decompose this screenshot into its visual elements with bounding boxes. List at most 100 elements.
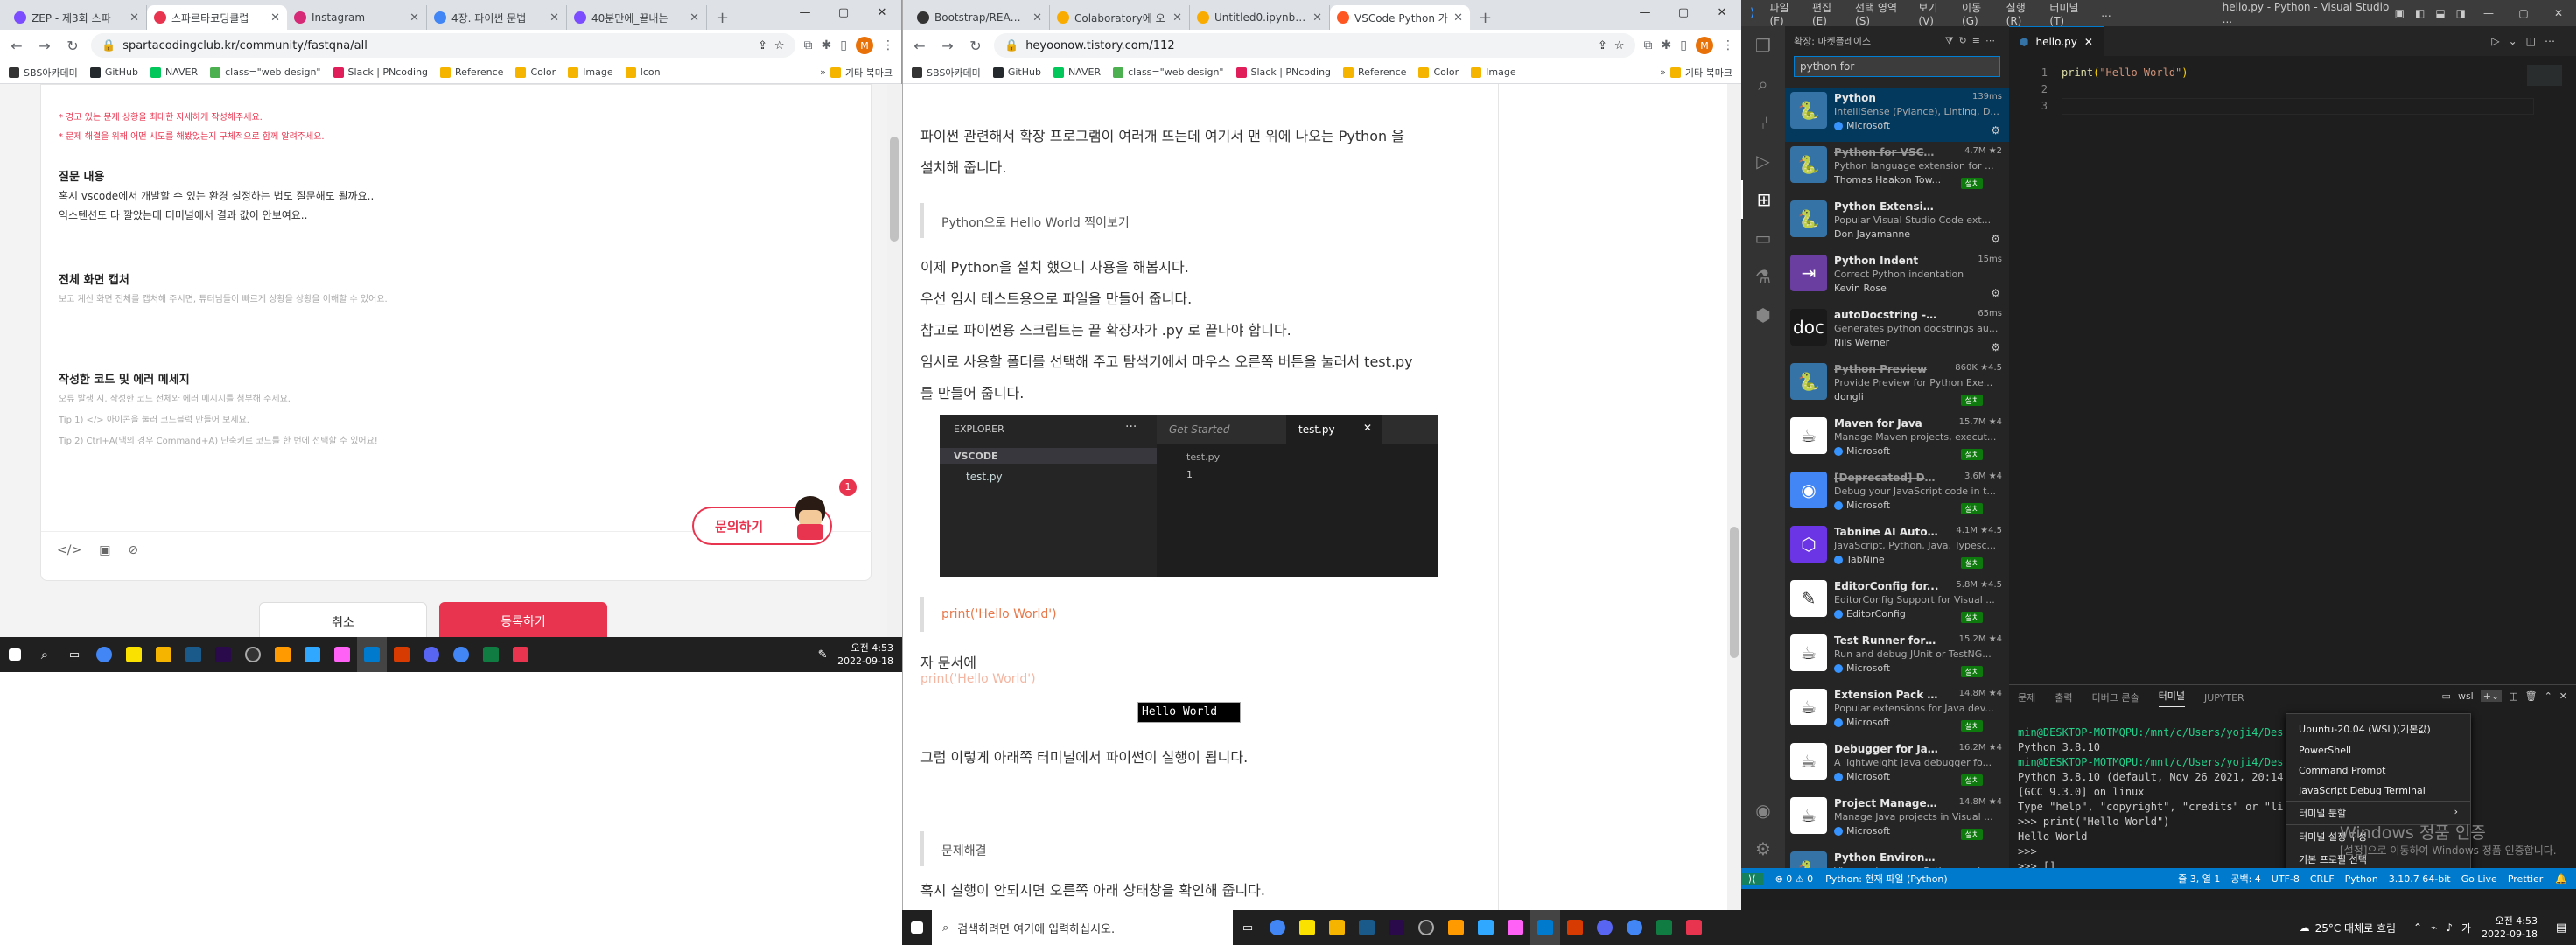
- tab-close-icon[interactable]: ✕: [2084, 36, 2093, 48]
- bookmark-item[interactable]: NAVER: [150, 66, 198, 78]
- new-tab-icon[interactable]: +: [707, 5, 738, 30]
- bookmark-item[interactable]: GitHub: [992, 66, 1041, 78]
- forward-icon[interactable]: →: [35, 38, 54, 54]
- panel-tab[interactable]: JUPYTER: [2204, 692, 2244, 704]
- extensions-icon[interactable]: ⊞: [1741, 180, 1785, 219]
- explorer-icon[interactable]: [1322, 910, 1352, 945]
- office-icon[interactable]: [1560, 910, 1590, 945]
- new-tab-icon[interactable]: +: [1470, 5, 1501, 30]
- extension-item[interactable]: 🐍 Python for VSCode Python language extens…: [1785, 142, 2009, 196]
- bookmark-item[interactable]: GitHub: [89, 66, 138, 78]
- status-item[interactable]: Prettier: [2508, 873, 2543, 885]
- bookmark-item[interactable]: SBS아카데미: [9, 66, 78, 80]
- extension-item[interactable]: ☕ Debugger for Java A lightweight Java deb…: [1785, 738, 2009, 793]
- bookmark-item[interactable]: Color: [1418, 66, 1459, 78]
- premiere-icon[interactable]: [208, 637, 238, 672]
- maximize-icon[interactable]: ▢: [2506, 7, 2541, 19]
- kakaotalk-icon[interactable]: [1292, 910, 1322, 945]
- extension-item[interactable]: doc autoDocstring - Pytho... Generates pyt…: [1785, 304, 2009, 359]
- close-icon[interactable]: ✕: [2541, 7, 2576, 19]
- dropdown-item[interactable]: JavaScript Debug Terminal: [2286, 780, 2470, 801]
- windows-start-icon[interactable]: [902, 910, 932, 945]
- status-item[interactable]: 공백: 4: [2230, 872, 2260, 886]
- install-button[interactable]: 설치: [1961, 720, 1983, 732]
- chrome-icon[interactable]: [1263, 910, 1292, 945]
- bookmark-item[interactable]: Image: [1471, 66, 1516, 78]
- extension-item[interactable]: ⇥ Python Indent Correct Python indentation…: [1785, 250, 2009, 304]
- install-button[interactable]: 설치: [1961, 612, 1983, 623]
- remote-icon[interactable]: ▭: [1741, 219, 1785, 257]
- star-icon[interactable]: ☆: [774, 39, 785, 52]
- task-view-icon[interactable]: ▭: [60, 637, 89, 672]
- manage-gear-icon[interactable]: ⚙: [1991, 233, 2000, 245]
- bookmark-item[interactable]: Reference: [440, 66, 503, 78]
- tab-close-icon[interactable]: ✕: [130, 11, 139, 24]
- chrome-icon[interactable]: [89, 637, 119, 672]
- manage-gear-icon[interactable]: ⚙: [1991, 287, 2000, 299]
- bookmark-item[interactable]: Icon: [625, 66, 661, 78]
- discord-icon[interactable]: [416, 637, 446, 672]
- notifications-icon[interactable]: ▤: [2546, 910, 2576, 945]
- back-icon[interactable]: ←: [7, 38, 26, 54]
- excel-icon[interactable]: [1649, 910, 1679, 945]
- explorer-icon[interactable]: ❐: [1741, 26, 1785, 65]
- menu-item[interactable]: 보기(V): [1912, 0, 1956, 27]
- other-bookmarks[interactable]: » 기타 북마크: [820, 66, 892, 80]
- install-button[interactable]: 설치: [1961, 829, 1983, 840]
- explorer-icon[interactable]: [149, 637, 178, 672]
- browser-tab[interactable]: ZEP - 제3회 스파 ✕: [7, 5, 147, 30]
- install-button[interactable]: 설치: [1961, 449, 1983, 460]
- bookmark-item[interactable]: Image: [568, 66, 613, 78]
- excel-icon[interactable]: [476, 637, 506, 672]
- star-icon[interactable]: ☆: [1614, 39, 1625, 52]
- browser-tab[interactable]: VSCode Python 가 ✕: [1330, 5, 1470, 30]
- minimize-icon[interactable]: —: [1626, 0, 1664, 26]
- taskbar-search[interactable]: ⌕ 검색하려면 여기에 입력하십시오.: [932, 910, 1233, 945]
- extension-item[interactable]: 🐍Python Extension PackPopular Visual Stu…: [1785, 196, 2009, 250]
- dropdown-item[interactable]: Command Prompt: [2286, 760, 2470, 780]
- extension-item[interactable]: ⬡ Tabnine AI Auto... JavaScript, Python, J…: [1785, 522, 2009, 576]
- manage-gear-icon[interactable]: ⚙: [1741, 830, 1785, 868]
- split-icon[interactable]: ◫: [2509, 690, 2517, 702]
- reload-icon[interactable]: ↻: [966, 38, 985, 54]
- new-terminal-icon[interactable]: +⌄: [2480, 690, 2502, 702]
- left-address-bar[interactable]: 🔒 spartacodingclub.kr/community/fastqna/…: [91, 33, 795, 58]
- other-bookmarks[interactable]: » 기타 북마크: [1660, 66, 1732, 80]
- illustrator-icon[interactable]: [268, 637, 298, 672]
- extension-item[interactable]: ☕ Maven for Java Manage Maven projects, ex…: [1785, 413, 2009, 467]
- dropdown-item[interactable]: PowerShell: [2286, 740, 2470, 760]
- remote-status[interactable]: ⟩⟨: [1741, 872, 1763, 885]
- install-button[interactable]: 설치: [1961, 178, 1983, 189]
- status-item[interactable]: CRLF: [2310, 873, 2334, 885]
- tab-close-icon[interactable]: ✕: [690, 11, 699, 24]
- xd-icon[interactable]: [327, 637, 357, 672]
- bookmark-item[interactable]: Slack | PNcoding: [332, 66, 428, 78]
- bookmark-item[interactable]: SBS아카데미: [912, 66, 981, 80]
- maximize-icon[interactable]: ▢: [1664, 0, 1703, 26]
- pen-icon[interactable]: ✎: [808, 637, 837, 672]
- sidepanel-icon[interactable]: ▯: [1680, 38, 1687, 52]
- attach-icon[interactable]: ⊘: [128, 543, 138, 557]
- status-item[interactable]: 줄 3, 열 1: [2178, 872, 2220, 886]
- right-scrollbar[interactable]: [1727, 84, 1741, 910]
- panel-close-icon[interactable]: ✕: [2559, 690, 2567, 702]
- extension-item[interactable]: 🐍 Python IntelliSense (Pylance), Linting, …: [1785, 88, 2009, 142]
- bell-icon[interactable]: 🔔: [2555, 873, 2567, 885]
- browser-tab[interactable]: Colaboratory에 오 ✕: [1050, 5, 1190, 30]
- back-icon[interactable]: ←: [910, 38, 929, 54]
- bookmark-item[interactable]: Color: [515, 66, 556, 78]
- browser-tab[interactable]: Untitled0.ipynb - C ✕: [1190, 5, 1330, 30]
- app2-icon[interactable]: [1411, 910, 1441, 945]
- discord-icon[interactable]: [1590, 910, 1620, 945]
- chrome2-icon[interactable]: [1620, 910, 1649, 945]
- task-view-icon[interactable]: ▭: [1233, 910, 1263, 945]
- bookmark-item[interactable]: class="web design": [210, 66, 321, 78]
- extensions-icon[interactable]: ✱: [1662, 38, 1672, 52]
- app3-icon[interactable]: [506, 637, 536, 672]
- left-scrollbar[interactable]: [887, 84, 901, 639]
- maximize-icon[interactable]: ▢: [824, 0, 863, 26]
- python-icon[interactable]: ⬢: [1741, 296, 1785, 334]
- code-block-icon[interactable]: </>: [57, 543, 81, 557]
- question-line-1[interactable]: 혹시 vscode에서 개발할 수 있는 환경 설정하는 법도 질문해도 될까요…: [59, 188, 374, 203]
- browser-tab[interactable]: 4장. 파이썬 문법 ✕: [427, 5, 567, 30]
